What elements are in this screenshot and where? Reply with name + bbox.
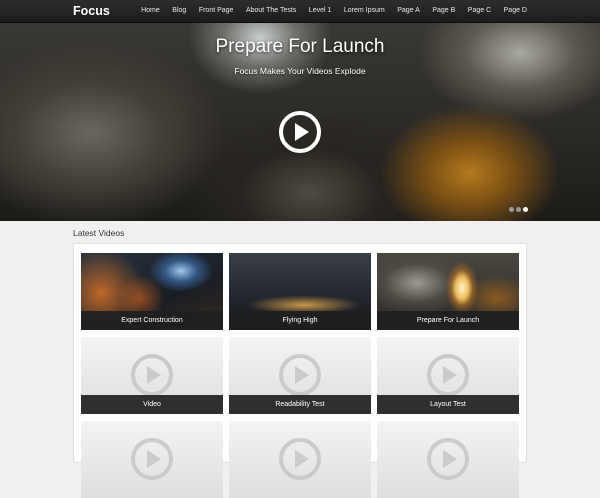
nav-item-front-page[interactable]: Front Page bbox=[199, 7, 234, 14]
top-navigation-bar: Focus Home Blog Front Page About The Tes… bbox=[0, 0, 600, 23]
nav-item-page-d[interactable]: Page D bbox=[504, 7, 527, 14]
play-circle-icon bbox=[131, 354, 173, 396]
hero-subtitle: Focus Makes Your Videos Explode bbox=[234, 66, 366, 76]
nav-item-home[interactable]: Home bbox=[141, 7, 160, 14]
video-card[interactable]: Video bbox=[81, 337, 223, 414]
main-nav: Home Blog Front Page About The Tests Lev… bbox=[129, 7, 527, 14]
nav-item-level-1[interactable]: Level 1 bbox=[309, 7, 332, 14]
play-circle-icon bbox=[279, 438, 321, 480]
nav-item-page-b[interactable]: Page B bbox=[432, 7, 455, 14]
video-card[interactable] bbox=[377, 421, 519, 498]
video-caption: Prepare For Launch bbox=[377, 311, 519, 330]
video-thumbnail bbox=[229, 421, 371, 498]
video-thumbnail bbox=[377, 421, 519, 498]
slider-pagination bbox=[509, 207, 528, 212]
play-circle-icon bbox=[427, 354, 469, 396]
hero-slider[interactable]: Prepare For Launch Focus Makes Your Vide… bbox=[0, 23, 600, 221]
video-caption: Flying High bbox=[229, 311, 371, 330]
video-card[interactable] bbox=[229, 421, 371, 498]
nav-item-lorem-ipsum[interactable]: Lorem Ipsum bbox=[344, 7, 385, 14]
nav-item-page-c[interactable]: Page C bbox=[468, 7, 491, 14]
nav-item-blog[interactable]: Blog bbox=[172, 7, 186, 14]
video-card[interactable]: Prepare For Launch bbox=[377, 253, 519, 330]
slider-dot-3[interactable] bbox=[523, 207, 528, 212]
video-grid: Expert Construction Flying High Prepare … bbox=[73, 243, 527, 498]
video-caption: Expert Construction bbox=[81, 311, 223, 330]
video-thumbnail bbox=[81, 421, 223, 498]
video-card[interactable]: Layout Test bbox=[377, 337, 519, 414]
play-circle-icon bbox=[279, 354, 321, 396]
video-card[interactable] bbox=[81, 421, 223, 498]
video-caption: Video bbox=[81, 395, 223, 414]
video-caption: Readability Test bbox=[229, 395, 371, 414]
video-card[interactable]: Flying High bbox=[229, 253, 371, 330]
nav-item-about-the-tests[interactable]: About The Tests bbox=[246, 7, 296, 14]
nav-item-page-a[interactable]: Page A bbox=[397, 7, 420, 14]
video-card[interactable]: Expert Construction bbox=[81, 253, 223, 330]
latest-videos-heading: Latest Videos bbox=[73, 228, 125, 238]
slider-dot-1[interactable] bbox=[509, 207, 514, 212]
slider-dot-2[interactable] bbox=[516, 207, 521, 212]
video-card[interactable]: Readability Test bbox=[229, 337, 371, 414]
play-circle-icon bbox=[131, 438, 173, 480]
site-logo[interactable]: Focus bbox=[73, 4, 110, 18]
video-caption: Layout Test bbox=[377, 395, 519, 414]
play-circle-icon bbox=[427, 438, 469, 480]
play-circle-icon[interactable] bbox=[278, 110, 322, 154]
hero-title: Prepare For Launch bbox=[215, 36, 385, 57]
